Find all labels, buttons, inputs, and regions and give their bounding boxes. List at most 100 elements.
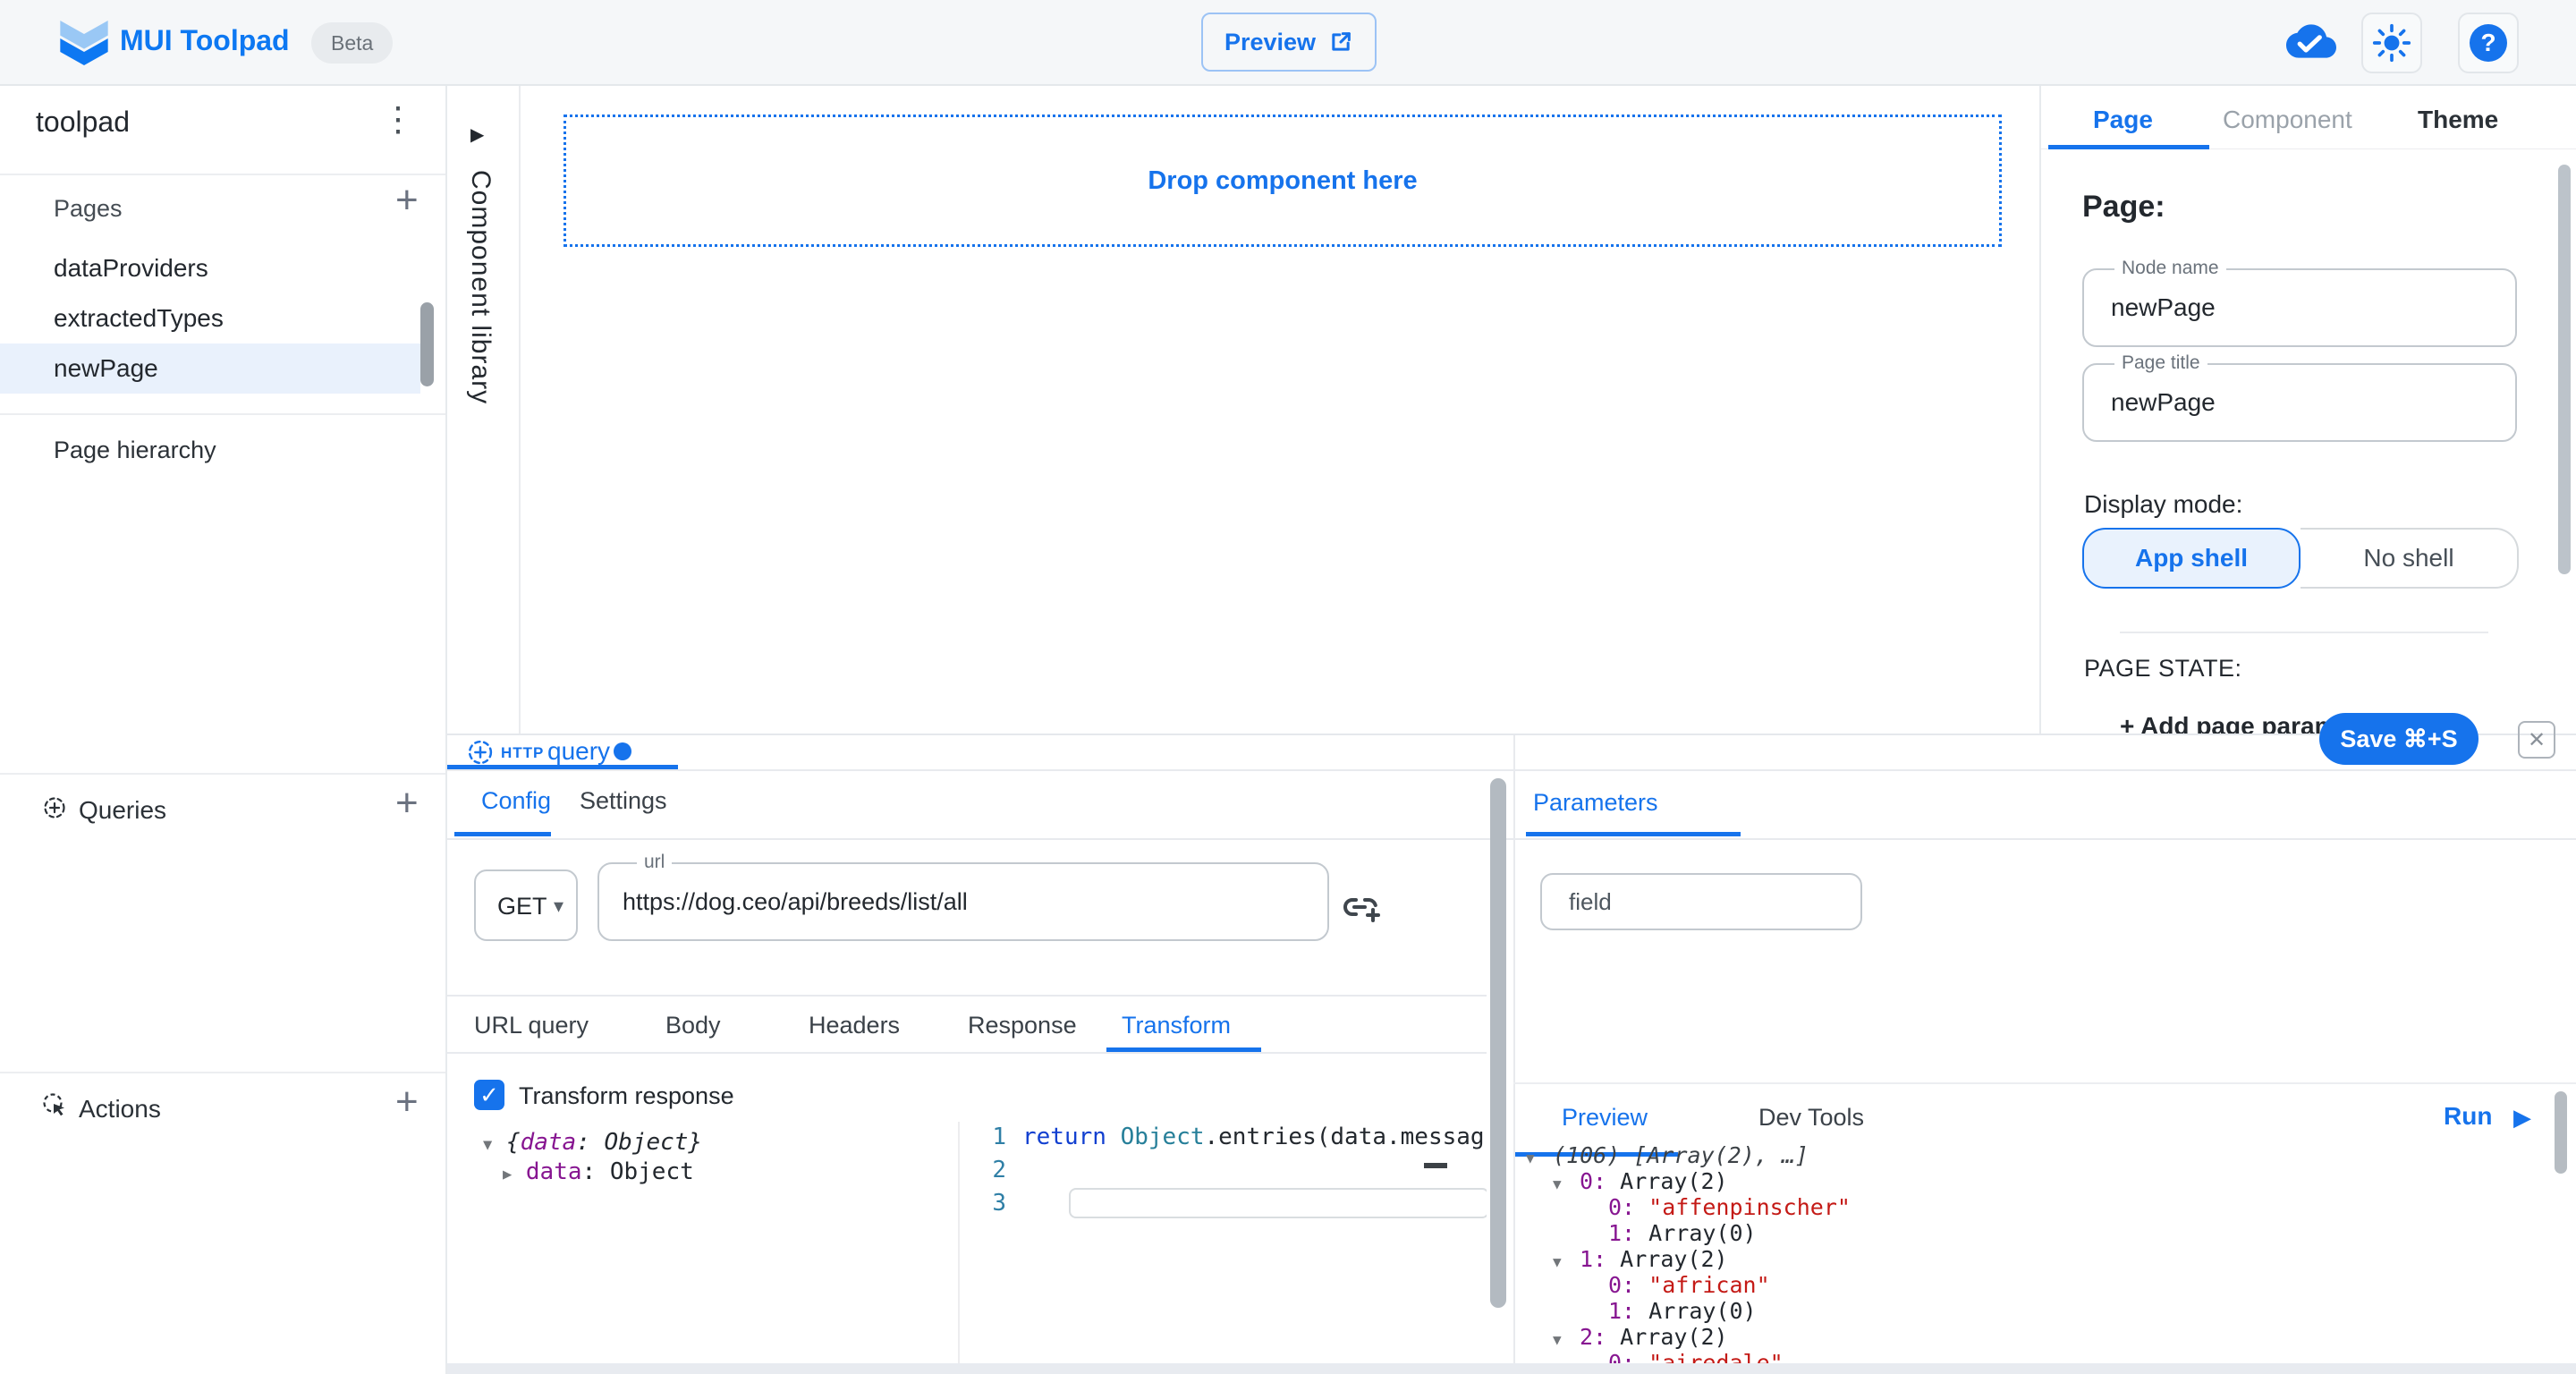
save-button[interactable]: Save ⌘+S: [2319, 713, 2479, 765]
tab-dev-tools[interactable]: Dev Tools: [1758, 1104, 1864, 1132]
json-tree-row[interactable]: ▼1: Array(2): [1553, 1246, 1728, 1275]
json-tree-row[interactable]: 0: "affenpinscher": [1608, 1194, 1851, 1220]
node-name-field[interactable]: Node name: [2082, 268, 2517, 347]
json-tree-row[interactable]: 1: Array(0): [1608, 1298, 1757, 1324]
http-method-select[interactable]: GET ▾: [474, 869, 578, 941]
structure-tree-root[interactable]: ▼ {data: Object}: [483, 1129, 702, 1156]
tab-transform[interactable]: Transform: [1122, 1012, 1231, 1039]
transform-code-editor[interactable]: 1 2 3 return Object.entries(data.messag: [958, 1122, 1487, 1363]
preview-button-label: Preview: [1224, 29, 1316, 56]
config-scrollbar[interactable]: [1490, 778, 1506, 1308]
add-query-button[interactable]: +: [395, 784, 419, 823]
mui-logo-icon: [57, 16, 111, 70]
tab-page[interactable]: Page: [2093, 106, 2153, 134]
app-bar: MUI Toolpad Beta Preview ?: [0, 0, 2576, 86]
http-method-value: GET: [497, 893, 547, 920]
json-tree-row[interactable]: ▼(106) [Array(2), …]: [1526, 1142, 1809, 1171]
divider: [0, 773, 445, 775]
active-config-tab-indicator: [454, 832, 551, 836]
transform-response-checkbox[interactable]: ✓: [474, 1080, 504, 1110]
expand-panel-icon[interactable]: ▶: [470, 123, 484, 146]
request-tabs: URL query Body Headers Response Transfor…: [447, 995, 1487, 1054]
pages-section-header: Pages: [54, 195, 123, 223]
divider: [447, 769, 2576, 771]
query-tab[interactable]: query: [547, 735, 610, 768]
tab-settings[interactable]: Settings: [580, 787, 667, 815]
page-title-input[interactable]: [2111, 365, 2487, 440]
add-page-button[interactable]: +: [395, 181, 419, 220]
theme-toggle-button[interactable]: [2361, 13, 2422, 73]
component-library-panel[interactable]: ▶ Component library: [447, 86, 521, 734]
close-panel-button[interactable]: ✕: [2518, 721, 2555, 759]
toggle-app-shell[interactable]: App shell: [2082, 528, 2301, 589]
actions-icon: [41, 1091, 68, 1118]
page-heading: Page:: [2082, 190, 2165, 225]
sidebar: toolpad ⋮ Pages + dataProviders extracte…: [0, 86, 447, 1374]
structure-tree-child[interactable]: ▶ data: Object: [503, 1158, 694, 1185]
panel-divider: [1513, 735, 1515, 1374]
query-editor-panel: HTTP query Config Settings GET ▾ url URL…: [447, 734, 2576, 1374]
queries-icon: [41, 794, 68, 821]
sun-icon: [2372, 23, 2411, 63]
run-play-icon[interactable]: ▶: [2513, 1104, 2531, 1132]
sidebar-item-dataproviders[interactable]: dataProviders: [54, 254, 208, 283]
preview-button[interactable]: Preview: [1201, 13, 1377, 72]
tab-headers[interactable]: Headers: [809, 1012, 900, 1039]
drop-zone[interactable]: Drop component here: [564, 114, 2002, 247]
pages-scrollbar[interactable]: [420, 302, 434, 386]
page-state-label: PAGE STATE:: [2084, 655, 2242, 683]
line-number: 3: [970, 1190, 1006, 1217]
chevron-down-icon: ▾: [554, 895, 564, 918]
tab-theme[interactable]: Theme: [2418, 106, 2498, 134]
node-name-input[interactable]: [2111, 270, 2487, 345]
toggle-no-shell[interactable]: No shell: [2301, 528, 2519, 589]
help-button[interactable]: ?: [2458, 13, 2519, 73]
unsaved-indicator-dot: [614, 742, 631, 760]
editor-cursor-dash: [1424, 1163, 1447, 1168]
json-tree-row[interactable]: ▼0: Array(2): [1553, 1168, 1728, 1197]
active-request-tab-indicator: [1106, 1047, 1261, 1052]
tab-parameters[interactable]: Parameters: [1533, 789, 1658, 817]
editor-empty-line-box: [1069, 1188, 1487, 1218]
active-parameters-tab-indicator: [1526, 832, 1741, 836]
drop-zone-label: Drop component here: [1148, 166, 1417, 196]
tab-url-query[interactable]: URL query: [474, 1012, 589, 1039]
project-name: toolpad: [36, 106, 130, 139]
tab-component[interactable]: Component: [2223, 106, 2352, 134]
toolpad-editor-window: MUI Toolpad Beta Preview ?: [0, 0, 2576, 1374]
url-input[interactable]: [623, 864, 1302, 939]
json-tree-row[interactable]: 1: Array(0): [1608, 1220, 1757, 1246]
query-type-icon: [465, 737, 496, 768]
add-action-button[interactable]: +: [395, 1082, 419, 1122]
sidebar-item-newpage[interactable]: newPage: [54, 354, 158, 383]
bottom-scroll-strip: [447, 1363, 2576, 1374]
page-hierarchy-label[interactable]: Page hierarchy: [54, 437, 216, 464]
inspector-scrollbar[interactable]: [2558, 165, 2571, 574]
project-menu-button[interactable]: ⋮: [381, 100, 415, 140]
url-field[interactable]: url: [597, 862, 1329, 941]
line-number: 1: [970, 1124, 1006, 1150]
add-binding-icon[interactable]: [1342, 886, 1385, 929]
plus-icon: +: [2120, 712, 2134, 734]
json-tree-row[interactable]: ▼2: Array(2): [1553, 1324, 1728, 1353]
app-title: MUI Toolpad: [120, 24, 290, 57]
component-library-label: Component library: [465, 170, 496, 404]
tab-body[interactable]: Body: [665, 1012, 721, 1039]
expanded-arrow-icon: ▼: [483, 1136, 492, 1154]
json-tree-row[interactable]: 0: "african": [1608, 1272, 1770, 1298]
run-button[interactable]: Run: [2444, 1102, 2492, 1131]
page-title-field[interactable]: Page title: [2082, 363, 2517, 442]
tab-response[interactable]: Response: [968, 1012, 1077, 1039]
divider: [2120, 632, 2488, 633]
code-line-1: return Object.entries(data.messag: [1022, 1124, 1485, 1150]
parameter-field[interactable]: [1540, 873, 1862, 930]
tab-preview[interactable]: Preview: [1562, 1104, 1648, 1132]
line-number: 2: [970, 1157, 1006, 1183]
divider: [1513, 1082, 2576, 1084]
divider: [0, 1072, 445, 1073]
tab-config[interactable]: Config: [481, 787, 551, 815]
actions-section-header: Actions: [79, 1095, 161, 1124]
parameter-input[interactable]: [1569, 875, 1837, 929]
preview-scrollbar[interactable]: [2555, 1091, 2567, 1174]
sidebar-item-extractedtypes[interactable]: extractedTypes: [54, 304, 224, 333]
